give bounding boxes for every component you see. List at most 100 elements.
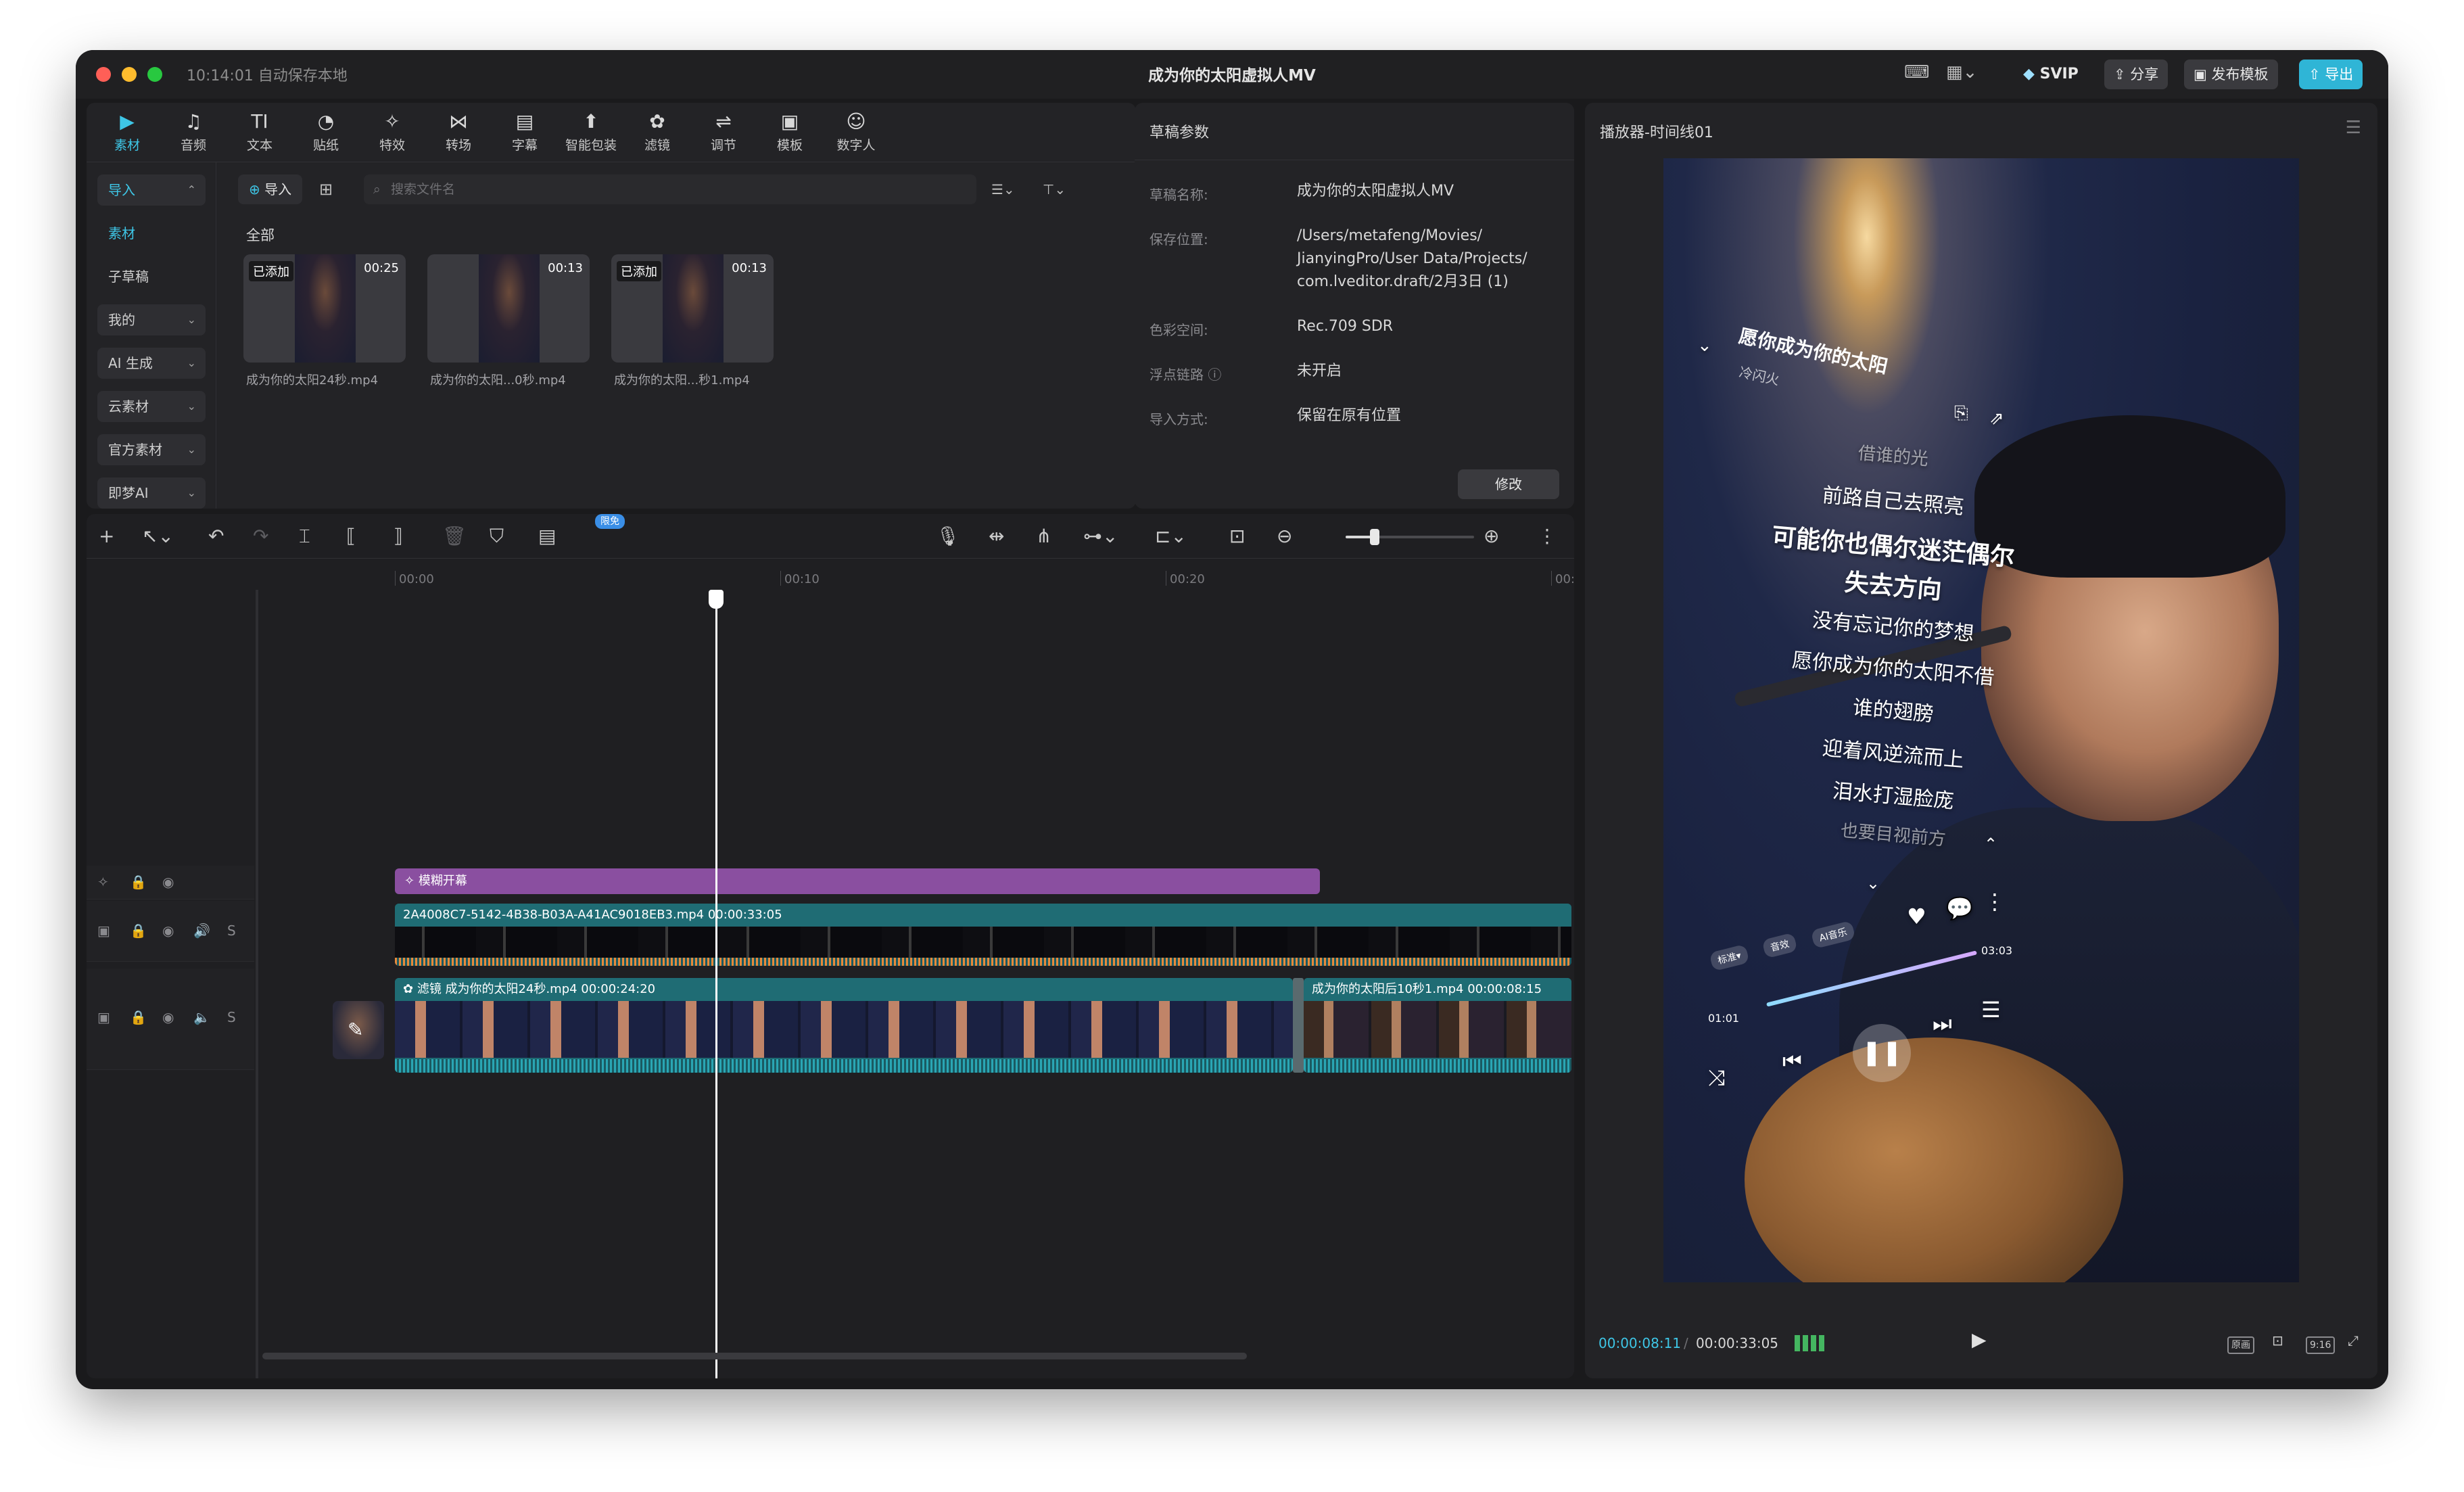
solo-icon[interactable]: S [227,923,236,939]
volume-icon[interactable]: 🔊 [193,923,210,939]
svip-badge[interactable]: ◆ SVIP [2023,60,2079,89]
microphone-icon[interactable]: 🎙 [936,523,960,549]
snap-icon[interactable]: ⋔ [1036,523,1051,549]
tool-filter[interactable]: ✿ 滤镜 [625,110,690,157]
import-button[interactable]: ⊕ 导入 [238,174,303,204]
shield-icon[interactable]: ⛉ [490,523,504,549]
media-clip[interactable]: 00:13 [427,254,590,363]
modify-button[interactable]: 修改 [1458,469,1559,499]
audio-waveform [1304,1059,1571,1073]
eye-icon[interactable]: ◉ [162,1009,174,1025]
video-track-icon: ▣ [97,923,110,939]
mute-icon[interactable]: 🔈 [193,1009,210,1025]
link-icon[interactable]: ⇹ [989,523,1004,549]
media-clip[interactable]: 已添加 00:25 [243,254,406,363]
tool-template[interactable]: ▣ 模板 [757,110,822,157]
ruler-tick [395,571,396,586]
layout-icon[interactable]: ⌨ [1904,62,1930,87]
sidebar-item-jimeng[interactable]: 即梦AI ⌄ [97,477,206,509]
add-track-icon[interactable]: + [99,523,114,549]
eye-icon[interactable]: ◉ [162,874,174,890]
tool-subtitle[interactable]: ▤ 字幕 [492,110,557,157]
share-button[interactable]: ⇪ 分享 [2104,60,2169,89]
sidebar-item-official[interactable]: 官方素材 ⌄ [97,434,206,465]
media-clip[interactable]: 已添加 00:13 [611,254,774,363]
lock-icon[interactable]: 🔒 [130,1009,147,1025]
param-key: 草稿名称: [1150,187,1208,203]
param-key: 浮点链路 ⓘ [1150,367,1222,383]
grid-view-icon[interactable]: ⊞ [319,174,333,204]
quality-chip: 标准▾ [1709,943,1750,972]
chevron-up-icon: ⌃ [1984,835,1998,854]
playhead[interactable] [715,590,717,1378]
fullscreen-icon[interactable]: ⤢ [2348,1332,2359,1349]
lock-icon[interactable]: 🔒 [130,874,147,890]
layout-switch-icon[interactable]: ▦⌄ [1946,62,1977,87]
sidebar-item-material[interactable]: 素材 [97,218,206,249]
publish-template-button[interactable]: ▣ 发布模板 [2184,60,2278,89]
menu-icon[interactable]: ☰ [2346,118,2361,138]
tool-text[interactable]: TI 文本 [227,110,292,157]
cover-thumbnail[interactable]: ✎ [333,1001,384,1059]
tool-effects[interactable]: ✧ 特效 [360,110,425,157]
trim-right-icon[interactable]: ⟧ [394,523,403,549]
tool-adjust[interactable]: ⇌ 调节 [691,110,756,157]
video-preview[interactable]: ⌄ 愿你成为你的太阳 冷闪火 ⎘ ⇗ 借谁的光 前路自己去照亮 可能你也偶尔迷茫… [1663,158,2299,1282]
timeline-clip[interactable]: 成为你的太阳后10秒1.mp4 00:00:08:15 [1304,978,1571,1073]
tool-audio[interactable]: ♫ 音频 [161,110,226,157]
playhead-handle[interactable] [709,590,724,609]
diamond-icon: ◆ [2023,66,2035,83]
preview-axis-icon[interactable]: ⊏⌄ [1155,523,1187,549]
split-icon[interactable]: ⌶ [299,523,310,549]
sidebar-item-cloud[interactable]: 云素材 ⌄ [97,391,206,422]
redo-icon[interactable]: ↷ [253,523,268,549]
added-badge: 已添加 [249,261,293,281]
sidebar-item-import[interactable]: 导入 ⌃ [97,174,206,206]
solo-icon[interactable]: S [227,1009,236,1025]
aspect-ratio-button[interactable]: 9:16 [2306,1336,2336,1354]
sidebar-item-mine[interactable]: 我的 ⌄ [97,304,206,335]
edit-pencil-icon: ✎ [348,1019,364,1041]
sort-icon[interactable]: ☰⌄ [991,174,1015,204]
effect-clip[interactable]: ✧ 模糊开幕 [395,868,1320,894]
chevron-down-icon: ⌄ [1697,335,1712,356]
tool-transition[interactable]: ⋈ 转场 [426,110,491,157]
horizontal-scrollbar[interactable] [262,1353,1247,1359]
effect-icon: ✧ [404,874,415,888]
undo-icon[interactable]: ↶ [208,523,224,549]
screenshot-icon[interactable]: ⊡ [2272,1332,2283,1349]
trim-left-icon[interactable]: ⟦ [346,523,356,549]
cutout-icon[interactable]: ▤ [538,523,556,549]
eye-icon[interactable]: ◉ [162,923,174,939]
tool-smart-pack[interactable]: ⬆ 智能包装 [559,110,623,157]
tool-digital-human[interactable]: ☺ 数字人 [824,110,889,157]
video-track-icon: ▣ [97,1009,110,1025]
filter-sort-icon[interactable]: ⊤⌄ [1043,174,1066,204]
sidebar-item-sub-draft[interactable]: 子草稿 [97,261,206,292]
zoom-out-icon[interactable]: ⊖ [1277,523,1292,549]
clip-label: 2A4008C7-5142-4B38-B03A-A41AC9018EB3.mp4… [395,904,1571,927]
transition-handle[interactable] [1293,978,1304,1073]
zoom-slider-handle[interactable] [1370,529,1379,545]
lock-icon[interactable]: 🔒 [130,923,147,939]
export-button[interactable]: ⇧ 导出 [2299,60,2363,89]
zoom-in-icon[interactable]: ⊕ [1484,523,1499,549]
song-time-end: 03:03 [1981,944,2013,957]
digital-human-icon: ☺ [846,110,866,133]
tool-media[interactable]: ▶ 素材 [95,110,160,157]
sidebar-item-ai-generate[interactable]: AI 生成 ⌄ [97,348,206,379]
ruler-tick [1551,571,1552,586]
audio-meter [1795,1335,1824,1351]
more-options-icon[interactable]: ⋮ [1538,523,1557,549]
play-button[interactable]: ▶ [1972,1328,1987,1351]
quality-button[interactable]: 原画 [2227,1336,2254,1354]
timeline-clip[interactable]: ✿ 滤镜 成为你的太阳24秒.mp4 00:00:24:20 [395,978,1293,1073]
timeline-preview-icon[interactable]: ⊡ [1229,523,1245,549]
time-ruler[interactable]: 00:00 00:10 00:20 00:30 [87,559,1574,590]
search-input[interactable]: ⌕ 搜索文件名 [364,174,976,204]
tool-sticker[interactable]: ◔ 贴纸 [293,110,358,157]
linkage-icon[interactable]: ⊶⌄ [1083,523,1118,549]
timeline-clip[interactable]: 2A4008C7-5142-4B38-B03A-A41AC9018EB3.mp4… [395,904,1571,966]
delete-icon[interactable]: 🗑 [442,523,467,549]
select-tool-icon[interactable]: ↖⌄ [142,523,174,549]
